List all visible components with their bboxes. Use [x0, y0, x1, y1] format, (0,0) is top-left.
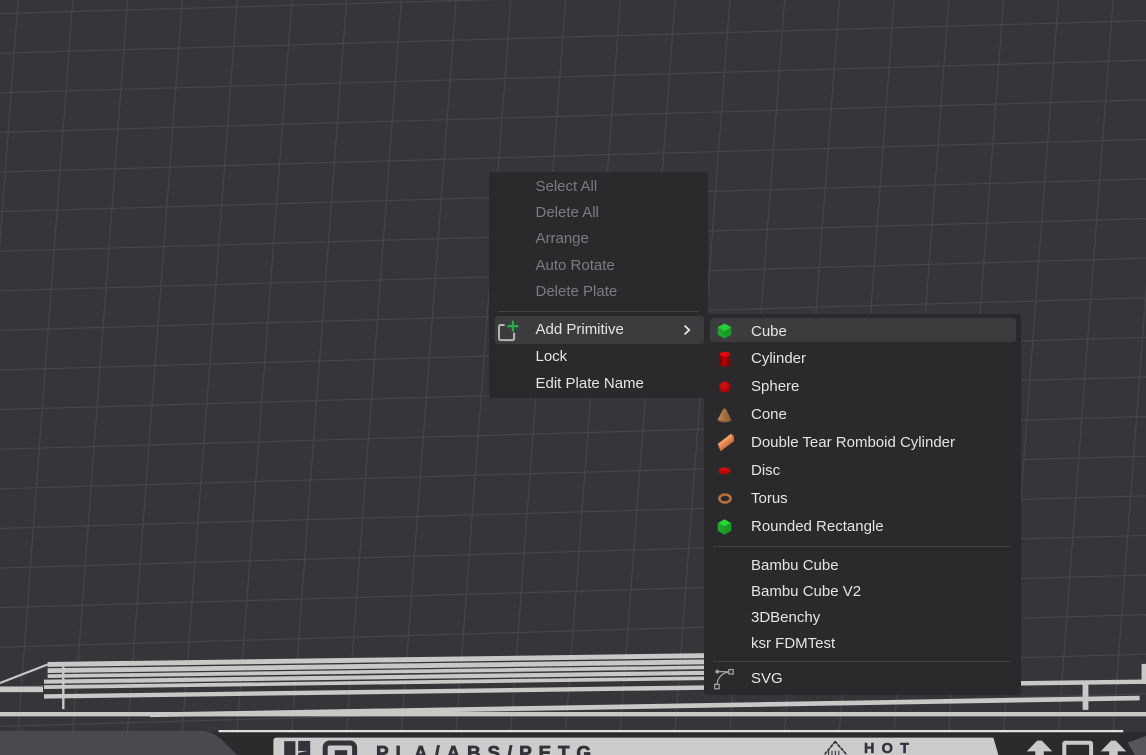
menu-item-label: SVG: [751, 665, 783, 693]
menu-item-ksr-fdmtest[interactable]: ksr FDMTest: [704, 631, 1021, 657]
menu-item-torus[interactable]: Torus: [704, 485, 1021, 513]
menu-item-label: Sphere: [751, 373, 799, 401]
menu-item-lock[interactable]: Lock: [489, 344, 708, 370]
torus-icon: [711, 485, 739, 513]
menu-item-add-primitive[interactable]: Add Primitive: [489, 316, 708, 344]
menu-item-cylinder[interactable]: Cylinder: [704, 345, 1021, 373]
menu-item-label: Cylinder: [751, 345, 806, 373]
menu-item-label: Bambu Cube: [751, 553, 839, 579]
menu-item-label: Bambu Cube V2: [751, 579, 861, 605]
menu-item-label: Add Primitive: [536, 316, 624, 344]
menu-item-cone[interactable]: Cone: [704, 401, 1021, 429]
menu-item-label: Select All: [536, 174, 598, 200]
sphere-icon: [711, 373, 739, 401]
menu-item-label: Double Tear Romboid Cylinder: [751, 429, 955, 457]
menu-item-label: 3DBenchy: [751, 605, 820, 631]
menu-item-disc[interactable]: Disc: [704, 457, 1021, 485]
cube-icon: [711, 318, 739, 346]
plate-material-label: PLA/ABS/PETG: [376, 743, 598, 755]
menu-item-bambu-cube-v2[interactable]: Bambu Cube V2: [704, 579, 1021, 605]
submenu-arrow-icon: [683, 316, 691, 344]
menu-separator: [704, 541, 1021, 553]
dtrc-icon: [711, 429, 739, 457]
menu-item-label: Delete Plate: [536, 279, 618, 305]
menu-item-arrange: Arrange: [489, 226, 708, 252]
add-primitive-submenu: CubeCylinderSphereConeDouble Tear Romboi…: [704, 314, 1021, 695]
menu-item-double-tear-romboid-cylinder[interactable]: Double Tear Romboid Cylinder: [704, 429, 1021, 457]
menu-item-label: Rounded Rectangle: [751, 513, 884, 541]
menu-item-select-all: Select All: [489, 174, 708, 200]
menu-item-bambu-cube[interactable]: Bambu Cube: [704, 553, 1021, 579]
menu-item-cube[interactable]: Cube: [704, 318, 1021, 346]
menu-item-label: ksr FDMTest: [751, 631, 835, 657]
plate-surface-corner: [0, 731, 238, 755]
menu-item-label: Auto Rotate: [536, 253, 615, 279]
menu-item-label: Cube: [751, 318, 787, 346]
plate-hot-label: HOT: [864, 741, 916, 755]
menu-item-label: Torus: [751, 485, 788, 513]
menu-separator: [704, 657, 1021, 665]
menu-item-auto-rotate: Auto Rotate: [489, 253, 708, 279]
menu-item-edit-plate-name[interactable]: Edit Plate Name: [489, 371, 708, 397]
build-plate-label-strip: PLA/ABS/PETG HOT: [273, 738, 998, 755]
menu-item-label: Cone: [751, 401, 787, 429]
menu-item-label: Disc: [751, 457, 780, 485]
menu-item-svg[interactable]: SVG: [704, 665, 1021, 693]
rounded-rectangle-icon: [711, 513, 739, 541]
menu-item-rounded-rectangle[interactable]: Rounded Rectangle: [704, 513, 1021, 541]
menu-item-delete-plate: Delete Plate: [489, 279, 708, 305]
menu-item-label: Delete All: [536, 200, 599, 226]
menu-item-sphere[interactable]: Sphere: [704, 373, 1021, 401]
menu-item-3dbenchy[interactable]: 3DBenchy: [704, 605, 1021, 631]
menu-item-label: Arrange: [536, 226, 589, 252]
menu-item-delete-all: Delete All: [489, 200, 708, 226]
add-primitive-icon: [492, 316, 522, 344]
menu-separator: [489, 305, 708, 316]
menu-item-label: Lock: [536, 344, 568, 370]
svg-icon: [711, 665, 739, 693]
menu-item-label: Edit Plate Name: [536, 371, 644, 397]
disc-icon: [711, 457, 739, 485]
cylinder-icon: [711, 345, 739, 373]
bambu-studio-viewport: { "context_menu": { "items": [ {"id": "s…: [0, 0, 1146, 755]
plate-context-menu: Select AllDelete AllArrangeAuto RotateDe…: [489, 172, 708, 398]
cone-icon: [711, 401, 739, 429]
